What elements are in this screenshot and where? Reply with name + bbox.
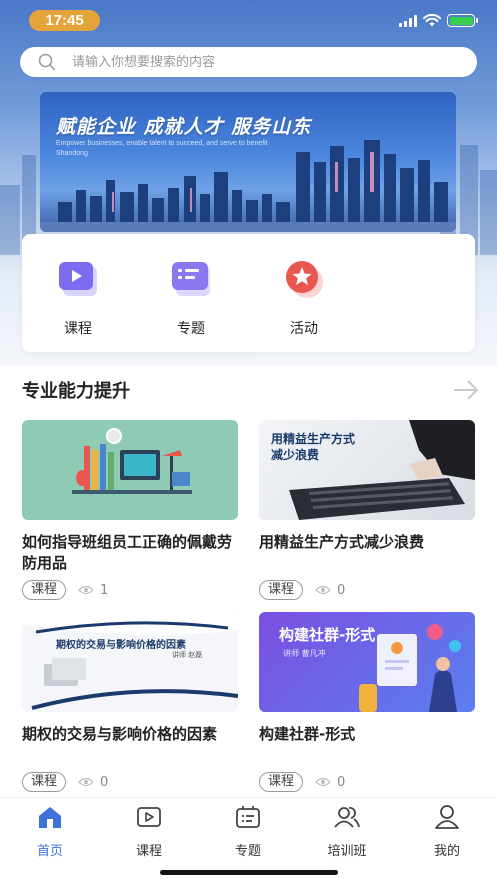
topic-list-icon bbox=[168, 256, 214, 302]
home-icon bbox=[39, 807, 61, 828]
course-meta: 课程 1 bbox=[22, 580, 238, 600]
tab-label: 我的 bbox=[433, 844, 460, 859]
thumbnail-text: 期权的交易与影响价格的因素 bbox=[56, 640, 186, 651]
tab-topics[interactable]: 专题 bbox=[208, 804, 288, 859]
tab-label: 专题 bbox=[234, 844, 261, 859]
course-title: 期权的交易与影响价格的因素 bbox=[22, 725, 218, 743]
course-meta: 课程 0 bbox=[259, 580, 475, 600]
course-type-tag: 课程 bbox=[22, 580, 67, 600]
search-bar[interactable] bbox=[20, 47, 477, 77]
tab-label: 首页 bbox=[36, 844, 63, 859]
eye-icon bbox=[315, 777, 331, 787]
tab-label: 课程 bbox=[135, 844, 162, 859]
thumbnail-lecturer: 讲师 赵磊 bbox=[172, 651, 203, 659]
quick-menu-card: 课程 专题 活动 bbox=[22, 234, 475, 352]
status-bar: 17:45 bbox=[0, 0, 497, 44]
arrow-right-icon[interactable] bbox=[452, 378, 480, 402]
star-badge-icon bbox=[281, 256, 327, 302]
course-card[interactable]: 构建社群-形式 讲师 曹凡冲 构建社群-形式 课程 0 bbox=[259, 612, 475, 792]
video-play-icon bbox=[55, 256, 101, 302]
course-thumbnail: 构建社群-形式 讲师 曹凡冲 bbox=[259, 612, 475, 712]
group-icon bbox=[334, 807, 360, 828]
quick-menu-activities[interactable]: 活动 bbox=[269, 256, 339, 338]
course-type-tag: 课程 bbox=[22, 772, 67, 792]
course-title: 构建社群-形式 bbox=[259, 725, 356, 743]
view-count: 1 bbox=[100, 582, 109, 598]
home-indicator bbox=[160, 870, 338, 875]
quick-menu-label: 专题 bbox=[177, 321, 205, 337]
course-thumbnail: 用精益生产方式 减少浪费 bbox=[259, 420, 475, 520]
tab-home[interactable]: 首页 bbox=[10, 804, 90, 859]
course-card[interactable]: 用精益生产方式 减少浪费 用精益生产方式减少浪费 课程 0 bbox=[259, 420, 475, 600]
course-meta: 课程 0 bbox=[259, 772, 475, 792]
video-play-icon bbox=[137, 807, 161, 827]
view-count: 0 bbox=[100, 774, 109, 790]
course-title: 用精益生产方式减少浪费 bbox=[259, 533, 425, 551]
eye-icon bbox=[78, 585, 94, 595]
battery-charging-icon bbox=[447, 14, 478, 27]
quick-menu-courses[interactable]: 课程 bbox=[43, 256, 113, 338]
section-title: 专业能力提升 bbox=[22, 381, 130, 402]
tab-training-class[interactable]: 培训班 bbox=[307, 804, 387, 859]
course-card[interactable]: 如何指导班组员工正确的佩戴劳防用品 课程 1 bbox=[22, 420, 238, 600]
quick-menu-topics[interactable]: 专题 bbox=[156, 256, 226, 338]
course-card[interactable]: 期权的交易与影响价格的因素 讲师 赵磊 期权的交易与影响价格的因素 课程 0 bbox=[22, 612, 238, 792]
tab-label: 培训班 bbox=[327, 844, 367, 859]
status-icons bbox=[399, 14, 478, 27]
course-thumbnail bbox=[22, 420, 238, 520]
view-count: 0 bbox=[337, 774, 346, 790]
quick-menu-label: 课程 bbox=[64, 321, 92, 337]
topic-list-icon bbox=[236, 806, 260, 828]
banner-skyline-image bbox=[40, 140, 456, 232]
search-input[interactable] bbox=[72, 54, 452, 70]
eye-icon bbox=[315, 585, 331, 595]
eye-icon bbox=[78, 777, 94, 787]
user-icon bbox=[435, 805, 459, 829]
signal-icon bbox=[399, 14, 417, 27]
tab-courses[interactable]: 课程 bbox=[109, 804, 189, 859]
course-meta: 课程 0 bbox=[22, 772, 238, 792]
course-type-tag: 课程 bbox=[259, 580, 304, 600]
wifi-icon bbox=[423, 14, 441, 27]
tab-mine[interactable]: 我的 bbox=[407, 804, 487, 859]
course-thumbnail: 期权的交易与影响价格的因素 讲师 赵磊 bbox=[22, 612, 238, 712]
view-count: 0 bbox=[337, 582, 346, 598]
status-time: 17:45 bbox=[29, 10, 100, 31]
course-type-tag: 课程 bbox=[259, 772, 304, 792]
quick-menu-label: 活动 bbox=[290, 321, 318, 337]
promo-banner[interactable]: 赋能企业 成就人才 服务山东 Empower businesses, enabl… bbox=[40, 92, 456, 232]
course-title: 如何指导班组员工正确的佩戴劳防用品 bbox=[22, 533, 233, 572]
search-icon bbox=[38, 53, 56, 71]
